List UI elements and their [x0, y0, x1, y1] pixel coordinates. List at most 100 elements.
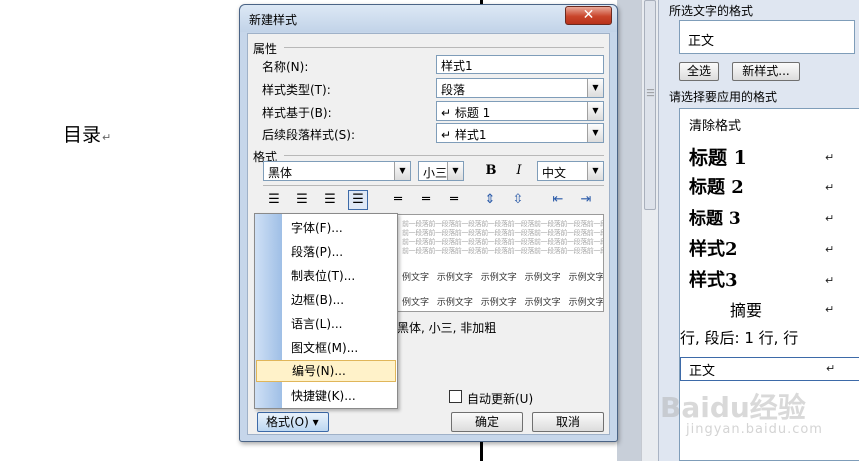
format-popup-menu: 字体(F)... 段落(P)... 制表位(T)... 边框(B)... 语言(…: [254, 213, 398, 409]
style-item-style2[interactable]: 样式2 ↵: [680, 235, 859, 263]
apply-format-label: 请选择要应用的格式: [669, 90, 778, 104]
dialog-titlebar[interactable]: 新建样式 ✕: [240, 5, 617, 32]
chevron-down-icon[interactable]: ▼: [587, 102, 603, 120]
based-on-select[interactable]: ↵ 标题 1 ▼: [436, 101, 604, 121]
style-item-label: 样式2: [689, 239, 738, 260]
preview-sample-line: 例文字 示例文字 示例文字 示例文字 示例文字: [402, 298, 604, 308]
preview-sample-line: 例文字 示例文字 示例文字 示例文字 示例文字: [402, 273, 604, 283]
following-style-select[interactable]: ↵ 样式1 ▼: [436, 123, 604, 143]
style-item-label: 行, 段后: 1 行, 行: [680, 329, 799, 347]
style-item-label: 样式3: [689, 270, 738, 291]
paragraph-mark-icon: ↵: [825, 212, 835, 225]
name-input[interactable]: 样式1: [436, 55, 604, 74]
style-item-label: 标题 1: [689, 147, 747, 169]
name-label: 名称(N):: [262, 60, 309, 74]
format-divider: [284, 155, 604, 156]
decrease-indent-icon[interactable]: ⇤: [548, 190, 568, 210]
chevron-down-icon[interactable]: ▼: [587, 79, 603, 97]
style-item-label: 标题 2: [689, 177, 744, 198]
chevron-down-icon[interactable]: ▼: [587, 124, 603, 142]
style-item-clear[interactable]: 清除格式: [680, 115, 859, 135]
paragraph-mark-icon: ↵: [825, 151, 835, 164]
style-item-abstract[interactable]: 摘要 ↵: [680, 297, 859, 323]
size-select[interactable]: 小三 ▼: [418, 161, 464, 181]
italic-button[interactable]: I: [509, 161, 529, 181]
properties-section-label: 属性: [253, 42, 278, 56]
language-value: 中文: [542, 166, 567, 180]
style-item-heading2[interactable]: 标题 2 ↵: [680, 173, 859, 201]
decrease-spacing-icon[interactable]: ⇳: [508, 190, 528, 210]
bold-button[interactable]: B: [481, 161, 501, 181]
align-right-icon[interactable]: ☰: [320, 190, 340, 210]
pilcrow-icon: ↵: [102, 131, 112, 144]
style-item-label: 摘要: [730, 301, 763, 320]
menu-item-borders[interactable]: 边框(B)...: [256, 290, 396, 312]
selected-format-box[interactable]: 正文: [679, 20, 855, 54]
paragraph-mark-icon: ↵: [825, 274, 835, 287]
grip-icon: — — —: [646, 85, 655, 100]
paragraph-mark-icon: ↵: [825, 181, 835, 194]
menu-item-paragraph[interactable]: 段落(P)...: [256, 242, 396, 264]
document-margin: [617, 0, 641, 461]
style-type-select[interactable]: 段落 ▼: [436, 78, 604, 98]
font-select[interactable]: 黑体 ▼: [263, 161, 411, 181]
one-half-spacing-icon[interactable]: ═: [416, 190, 436, 210]
align-left-icon[interactable]: ☰: [264, 190, 284, 210]
style-item-heading3[interactable]: 标题 3 ↵: [680, 204, 859, 232]
preview-filler-line: 前一段落前一段落前一段落前一段落前一段落前一段落前一段落前一段落前一段落前一段落: [402, 247, 603, 255]
based-on-value: ↵ 标题 1: [441, 106, 491, 120]
menu-item-numbering[interactable]: 编号(N)...: [256, 360, 396, 382]
language-select[interactable]: 中文 ▼: [537, 161, 604, 181]
paragraph-mark-icon: ↵: [826, 362, 836, 375]
select-all-button[interactable]: 全选: [679, 62, 719, 81]
style-type-label: 样式类型(T):: [262, 83, 331, 97]
menu-item-font[interactable]: 字体(F)...: [256, 218, 396, 240]
auto-update-checkbox[interactable]: [449, 390, 462, 403]
chevron-down-icon[interactable]: ▼: [394, 162, 410, 180]
watermark-url: jingyan.baidu.com: [686, 422, 823, 437]
menu-item-language[interactable]: 语言(L)...: [256, 314, 396, 336]
paragraph-mark-icon: ↵: [825, 303, 835, 316]
toolbar-divider: [263, 185, 604, 186]
format-menu-button[interactable]: 格式(O) ▾: [257, 412, 329, 432]
scrollbar-thumb[interactable]: [644, 0, 656, 210]
style-item-label: 标题 3: [689, 209, 741, 229]
style-item-label: 正文: [689, 364, 716, 379]
increase-indent-icon[interactable]: ⇥: [576, 190, 596, 210]
based-on-label: 样式基于(B):: [262, 106, 332, 120]
cancel-button[interactable]: 取消: [532, 412, 604, 432]
size-value: 小三: [423, 166, 448, 180]
chevron-down-icon[interactable]: ▼: [447, 162, 463, 180]
ok-button[interactable]: 确定: [451, 412, 523, 432]
document-heading: 目录↵: [63, 120, 111, 147]
following-style-label: 后续段落样式(S):: [262, 128, 356, 142]
style-item-spacing[interactable]: 行, 段后: 1 行, 行: [680, 327, 859, 353]
style-type-value: 段落: [441, 83, 466, 97]
new-style-button[interactable]: 新样式...: [732, 62, 800, 81]
close-button[interactable]: ✕: [565, 6, 612, 25]
baidu-watermark: Baidu经验: [660, 391, 806, 424]
close-icon: ✕: [582, 7, 595, 23]
align-center-icon[interactable]: ☰: [292, 190, 312, 210]
font-value: 黑体: [268, 166, 293, 180]
menu-item-shortcut[interactable]: 快捷键(K)...: [256, 386, 396, 408]
single-spacing-icon[interactable]: ═: [388, 190, 408, 210]
properties-divider: [284, 47, 604, 48]
following-style-value: ↵ 样式1: [441, 128, 487, 142]
paragraph-mark-icon: ↵: [825, 243, 835, 256]
vertical-scrollbar[interactable]: — — —: [641, 0, 658, 461]
style-description: 黑体, 小三, 非加粗: [397, 321, 497, 335]
style-item-style3[interactable]: 样式3 ↵: [680, 266, 859, 294]
double-spacing-icon[interactable]: ═: [444, 190, 464, 210]
auto-update-label: 自动更新(U): [467, 392, 534, 406]
selected-format-label: 所选文字的格式: [669, 4, 754, 18]
justify-icon[interactable]: ☰: [348, 190, 368, 210]
heading-text: 目录: [63, 124, 102, 146]
increase-spacing-icon[interactable]: ⇕: [480, 190, 500, 210]
menu-item-frame[interactable]: 图文框(M)...: [256, 338, 396, 360]
chevron-down-icon[interactable]: ▼: [587, 162, 603, 180]
style-item-label: 清除格式: [689, 119, 742, 134]
menu-item-tabs[interactable]: 制表位(T)...: [256, 266, 396, 288]
style-item-heading1[interactable]: 标题 1 ↵: [680, 143, 859, 171]
style-item-body[interactable]: 正文 ↵: [680, 357, 859, 381]
